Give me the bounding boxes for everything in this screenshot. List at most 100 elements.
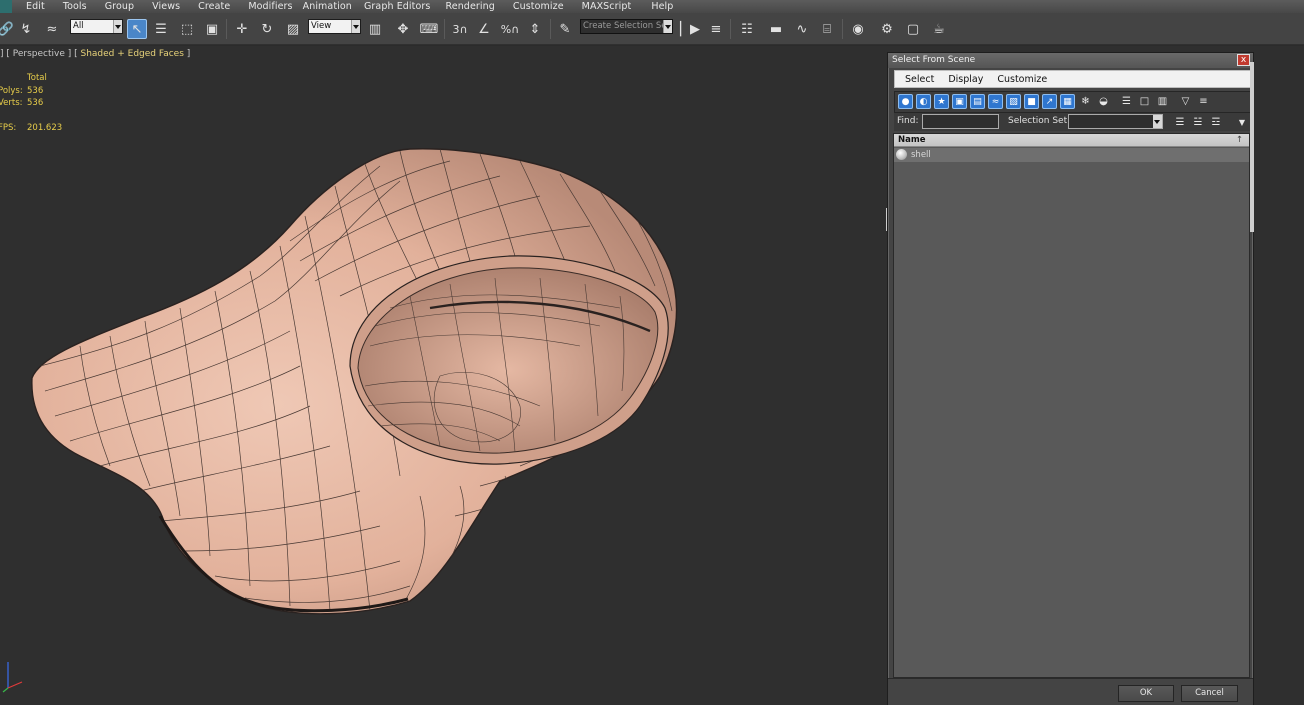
align-icon[interactable]: ≡ (706, 19, 726, 39)
close-button[interactable]: x (1237, 54, 1250, 66)
named-selection-set-dropdown[interactable]: Create Selection Se (580, 19, 673, 34)
display-xrefs-icon[interactable]: ■ (1024, 94, 1039, 109)
dialog-title-bar[interactable]: Select From Scene x (888, 53, 1253, 68)
menu-group[interactable]: Group (105, 1, 134, 12)
menu-animation[interactable]: Animation (303, 1, 352, 12)
curve-editor-icon[interactable]: ∿ (792, 19, 812, 39)
scene-object-list[interactable]: Name ↑ shell (893, 133, 1250, 678)
toolbar-separator (550, 19, 551, 39)
close-icon: x (1240, 55, 1247, 65)
keyboard-shortcut-icon[interactable]: ⌨ (419, 19, 439, 39)
select-all-icon[interactable]: ☰ (1173, 115, 1187, 129)
render-icon[interactable]: ☕ (929, 19, 949, 39)
display-invert-icon[interactable]: ▥ (1155, 94, 1170, 109)
rendered-frame-icon[interactable]: ▢ (903, 19, 923, 39)
dialog-menu-display[interactable]: Display (948, 74, 983, 85)
display-frozen-icon[interactable]: ❄ (1078, 94, 1093, 109)
menu-help[interactable]: Help (651, 1, 673, 12)
display-geometry-icon[interactable]: ● (898, 94, 913, 109)
mirror-icon[interactable]: ▏▶ (680, 19, 700, 39)
display-none-icon[interactable]: □ (1137, 94, 1152, 109)
pivot-icon[interactable]: ▥ (365, 19, 385, 39)
manipulate-icon[interactable]: ✥ (393, 19, 413, 39)
axis-tripod-icon (2, 662, 23, 693)
main-toolbar: 🔗 ↯ ≈ All ↖ ☰ ⬚ ▣ ✛ ↻ ▨ View ▥ ✥ ⌨ 3∩ ∠ … (0, 13, 1304, 45)
dialog-filter-toolbar: ● ◐ ★ ▣ ▤ ≈ ▧ ■ ↗ ▦ ❄ ◒ ☰ □ ▥ ▽ ≡ (894, 91, 1251, 113)
selection-filter-dropdown[interactable]: All (70, 19, 123, 34)
toggle-ribbon-icon[interactable]: ▬ (766, 19, 786, 39)
menu-edit[interactable]: Edit (26, 1, 45, 12)
selection-set-label: Selection Set: (1008, 116, 1071, 126)
angle-snap-icon[interactable]: ∠ (474, 19, 494, 39)
dialog-menu-customize[interactable]: Customize (997, 74, 1047, 85)
find-row: Find: Selection Set: ☰ ☱ ☲ ▼ (894, 113, 1251, 131)
filter-options-icon[interactable]: ≡ (1196, 94, 1211, 109)
shell-mesh[interactable] (0, 46, 880, 705)
ok-button[interactable]: OK (1118, 685, 1174, 702)
cancel-button[interactable]: Cancel (1181, 685, 1238, 702)
bind-space-warp-icon[interactable]: ≈ (42, 19, 62, 39)
find-input[interactable] (922, 114, 999, 129)
menu-rendering[interactable]: Rendering (445, 1, 494, 12)
dialog-title: Select From Scene (892, 55, 976, 65)
display-bones-icon[interactable]: ↗ (1042, 94, 1057, 109)
render-setup-icon[interactable]: ⚙ (877, 19, 897, 39)
rectangular-selection-icon[interactable]: ⬚ (177, 19, 197, 39)
display-shapes-icon[interactable]: ◐ (916, 94, 931, 109)
dialog-scroll-edge[interactable] (1250, 62, 1254, 232)
list-item-name: shell (911, 150, 931, 160)
move-icon[interactable]: ✛ (232, 19, 252, 39)
window-crossing-icon[interactable]: ▣ (202, 19, 222, 39)
display-helpers-icon[interactable]: ▤ (970, 94, 985, 109)
unlink-icon[interactable]: ↯ (16, 19, 36, 39)
dialog-button-bar: OK Cancel (888, 678, 1253, 705)
reference-coordinate-dropdown[interactable]: View (308, 19, 361, 34)
dialog-menu-select[interactable]: Select (905, 74, 934, 85)
display-hidden-icon[interactable]: ◒ (1096, 94, 1111, 109)
toolbar-separator (444, 19, 445, 39)
max-window: Edit Tools Group Views Create Modifiers … (0, 0, 1304, 705)
filter-icon[interactable]: ▽ (1178, 94, 1193, 109)
select-object-icon[interactable]: ↖ (127, 19, 147, 39)
display-space-warps-icon[interactable]: ≈ (988, 94, 1003, 109)
spinner-snap-icon[interactable]: ⇕ (525, 19, 545, 39)
sort-ascending-icon: ↑ (1235, 135, 1243, 145)
select-none-icon[interactable]: ☱ (1191, 115, 1205, 129)
menu-bar: Edit Tools Group Views Create Modifiers … (0, 0, 1304, 13)
snap-3d-icon[interactable]: 3∩ (450, 19, 470, 39)
menu-views[interactable]: Views (152, 1, 180, 12)
display-all-icon[interactable]: ☰ (1119, 94, 1134, 109)
list-item[interactable]: shell (894, 148, 1249, 162)
find-label: Find: (897, 116, 919, 126)
display-containers-icon[interactable]: ▦ (1060, 94, 1075, 109)
menu-graph-editors[interactable]: Graph Editors (364, 1, 431, 12)
options-chevron-icon[interactable]: ▼ (1235, 115, 1249, 129)
display-lights-icon[interactable]: ★ (934, 94, 949, 109)
scale-icon[interactable]: ▨ (283, 19, 303, 39)
schematic-view-icon[interactable]: ⌸ (817, 19, 837, 39)
layer-explorer-icon[interactable]: ☷ (737, 19, 757, 39)
toolbar-separator (226, 19, 227, 39)
sphere-object-icon (896, 149, 907, 160)
menu-customize[interactable]: Customize (513, 1, 564, 12)
display-groups-icon[interactable]: ▧ (1006, 94, 1021, 109)
toolbar-separator (842, 19, 843, 39)
select-by-name-icon[interactable]: ☰ (151, 19, 171, 39)
menu-modifiers[interactable]: Modifiers (248, 1, 292, 12)
select-invert-icon[interactable]: ☲ (1209, 115, 1223, 129)
dialog-menu-bar: Select Display Customize (894, 70, 1251, 88)
edit-named-selection-icon[interactable]: ✎ (555, 19, 575, 39)
toolbar-separator (730, 19, 731, 39)
selection-set-dropdown[interactable] (1068, 114, 1163, 129)
menu-maxscript[interactable]: MAXScript (582, 1, 632, 12)
menu-tools[interactable]: Tools (63, 1, 87, 12)
percent-snap-icon[interactable]: %∩ (500, 19, 520, 39)
rotate-icon[interactable]: ↻ (257, 19, 277, 39)
display-cameras-icon[interactable]: ▣ (952, 94, 967, 109)
name-column-header[interactable]: Name ↑ (894, 134, 1249, 147)
material-editor-icon[interactable]: ◉ (848, 19, 868, 39)
menu-create[interactable]: Create (198, 1, 230, 12)
select-from-scene-dialog: Select From Scene x Select Display Custo… (887, 52, 1254, 705)
app-logo-icon[interactable] (0, 0, 12, 13)
link-icon[interactable]: 🔗 (0, 19, 16, 39)
